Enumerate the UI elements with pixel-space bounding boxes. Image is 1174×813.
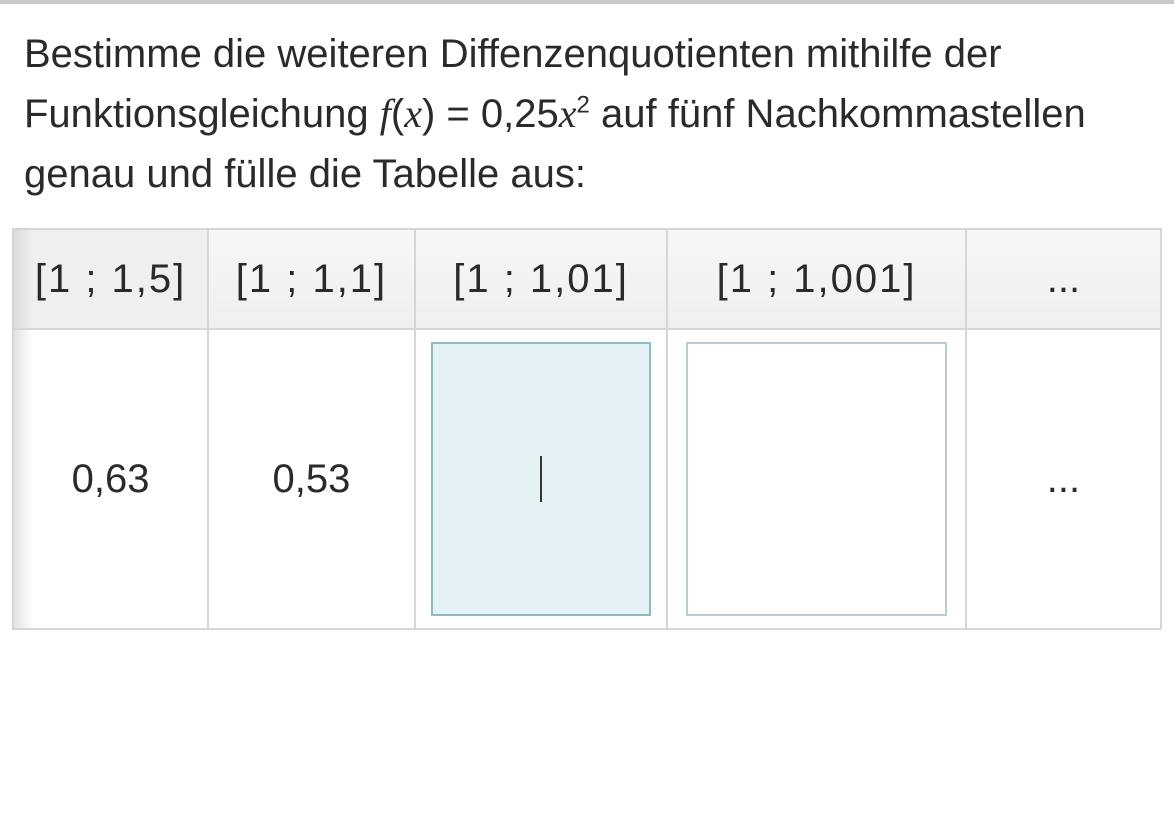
fx-x: x (404, 91, 422, 136)
header-interval-1: [1 ; 1,5] (13, 229, 208, 329)
top-divider (0, 0, 1174, 4)
instruction-text: Bestimme die weiteren Diffenzenquotiente… (0, 24, 1174, 204)
answer-input[interactable] (686, 342, 947, 616)
fx-open: ( (391, 92, 404, 136)
fx-x2: x (559, 91, 577, 136)
exercise-container: Bestimme die weiteren Diffenzenquotiente… (0, 0, 1174, 630)
cell-value-1: 0,63 (13, 329, 208, 629)
header-interval-3: [1 ; 1,01] (415, 229, 668, 329)
text-cursor (540, 456, 542, 502)
table-wrap: [1 ; 1,5] [1 ; 1,1] [1 ; 1,01] [1 ; 1,00… (0, 204, 1174, 630)
header-ellipsis: ... (966, 229, 1161, 329)
header-interval-4: [1 ; 1,001] (667, 229, 965, 329)
cell-ellipsis: ... (966, 329, 1161, 629)
cell-value-2: 0,53 (208, 329, 415, 629)
fx-exp: 2 (577, 92, 590, 119)
table-row: 0,63 0,53 ... (13, 329, 1161, 629)
answer-input-active[interactable] (431, 342, 651, 616)
fx-f: f (380, 91, 391, 136)
cell-input-3 (415, 329, 668, 629)
fx-close: ) = 0,25 (422, 92, 559, 136)
cell-input-4 (667, 329, 965, 629)
table-header-row: [1 ; 1,5] [1 ; 1,1] [1 ; 1,01] [1 ; 1,00… (13, 229, 1161, 329)
header-interval-2: [1 ; 1,1] (208, 229, 415, 329)
difference-quotient-table: [1 ; 1,5] [1 ; 1,1] [1 ; 1,01] [1 ; 1,00… (12, 228, 1162, 630)
